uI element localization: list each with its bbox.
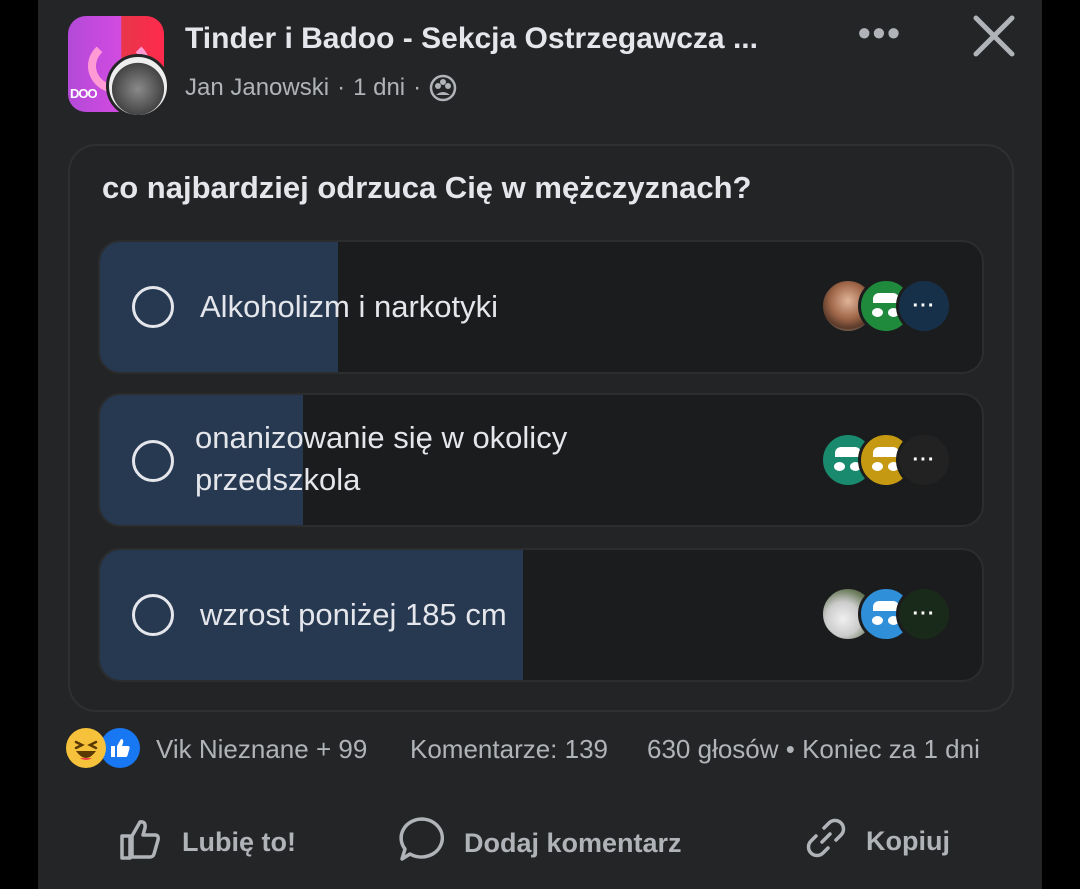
poll-option-label: wzrost poniżej 185 cm bbox=[200, 597, 507, 632]
comment-label: Dodaj komentarz bbox=[464, 828, 682, 858]
poll-option-label: Alkoholizm i narkotyki bbox=[200, 289, 499, 324]
group-name[interactable]: Tinder i Badoo - Sekcja Ostrzegawcza ... bbox=[185, 22, 758, 56]
meta-separator: · bbox=[337, 74, 346, 101]
comment-button[interactable]: Dodaj komentarz bbox=[396, 814, 682, 873]
group-logo-text: DOO bbox=[70, 86, 98, 101]
more-voters-icon: ··· bbox=[896, 432, 952, 488]
author-avatar[interactable] bbox=[106, 54, 170, 118]
like-reaction-icon bbox=[100, 728, 140, 768]
post-meta: Jan Janowski · 1 dni · bbox=[185, 74, 457, 102]
reaction-summary[interactable] bbox=[66, 728, 140, 768]
radio-button[interactable] bbox=[132, 440, 174, 482]
voter-avatars[interactable]: ··· bbox=[820, 586, 952, 642]
comments-count[interactable]: Komentarze: 139 bbox=[410, 734, 608, 765]
poll-option-label: onanizowanie się w okolicy przedszkola bbox=[195, 420, 568, 497]
voter-avatars[interactable]: ··· bbox=[820, 278, 952, 334]
group-avatar[interactable]: DOO bbox=[68, 16, 170, 118]
link-icon bbox=[802, 814, 850, 869]
comment-icon bbox=[396, 814, 448, 873]
post-time[interactable]: 1 dni bbox=[353, 74, 405, 102]
haha-reaction-icon bbox=[66, 728, 106, 768]
thumbs-up-icon bbox=[116, 814, 166, 871]
like-button[interactable]: Lubię to! bbox=[116, 814, 296, 871]
radio-button[interactable] bbox=[132, 286, 174, 328]
radio-button[interactable] bbox=[132, 594, 174, 636]
more-options-icon[interactable]: ••• bbox=[858, 15, 902, 51]
more-voters-icon: ··· bbox=[896, 278, 952, 334]
poll-option[interactable]: wzrost poniżej 185 cm ··· bbox=[98, 548, 984, 682]
copy-button[interactable]: Kopiuj bbox=[802, 814, 950, 869]
poll-option[interactable]: onanizowanie się w okolicy przedszkola ·… bbox=[98, 393, 984, 527]
reactors-text[interactable]: Vik Nieznane + 99 bbox=[156, 734, 367, 765]
poll-question: co najbardziej odrzuca Cię w mężczyznach… bbox=[102, 170, 752, 205]
meta-separator: · bbox=[413, 74, 422, 101]
group-privacy-icon bbox=[429, 74, 457, 102]
poll-option[interactable]: Alkoholizm i narkotyki ··· bbox=[98, 240, 984, 374]
poll-votes-status: 630 głosów • Koniec za 1 dni bbox=[647, 734, 980, 764]
author-name[interactable]: Jan Janowski bbox=[185, 74, 329, 102]
more-voters-icon: ··· bbox=[896, 586, 952, 642]
like-label: Lubię to! bbox=[182, 827, 296, 857]
copy-label: Kopiuj bbox=[866, 826, 950, 856]
voter-avatars[interactable]: ··· bbox=[820, 432, 952, 488]
close-icon[interactable] bbox=[968, 10, 1020, 62]
